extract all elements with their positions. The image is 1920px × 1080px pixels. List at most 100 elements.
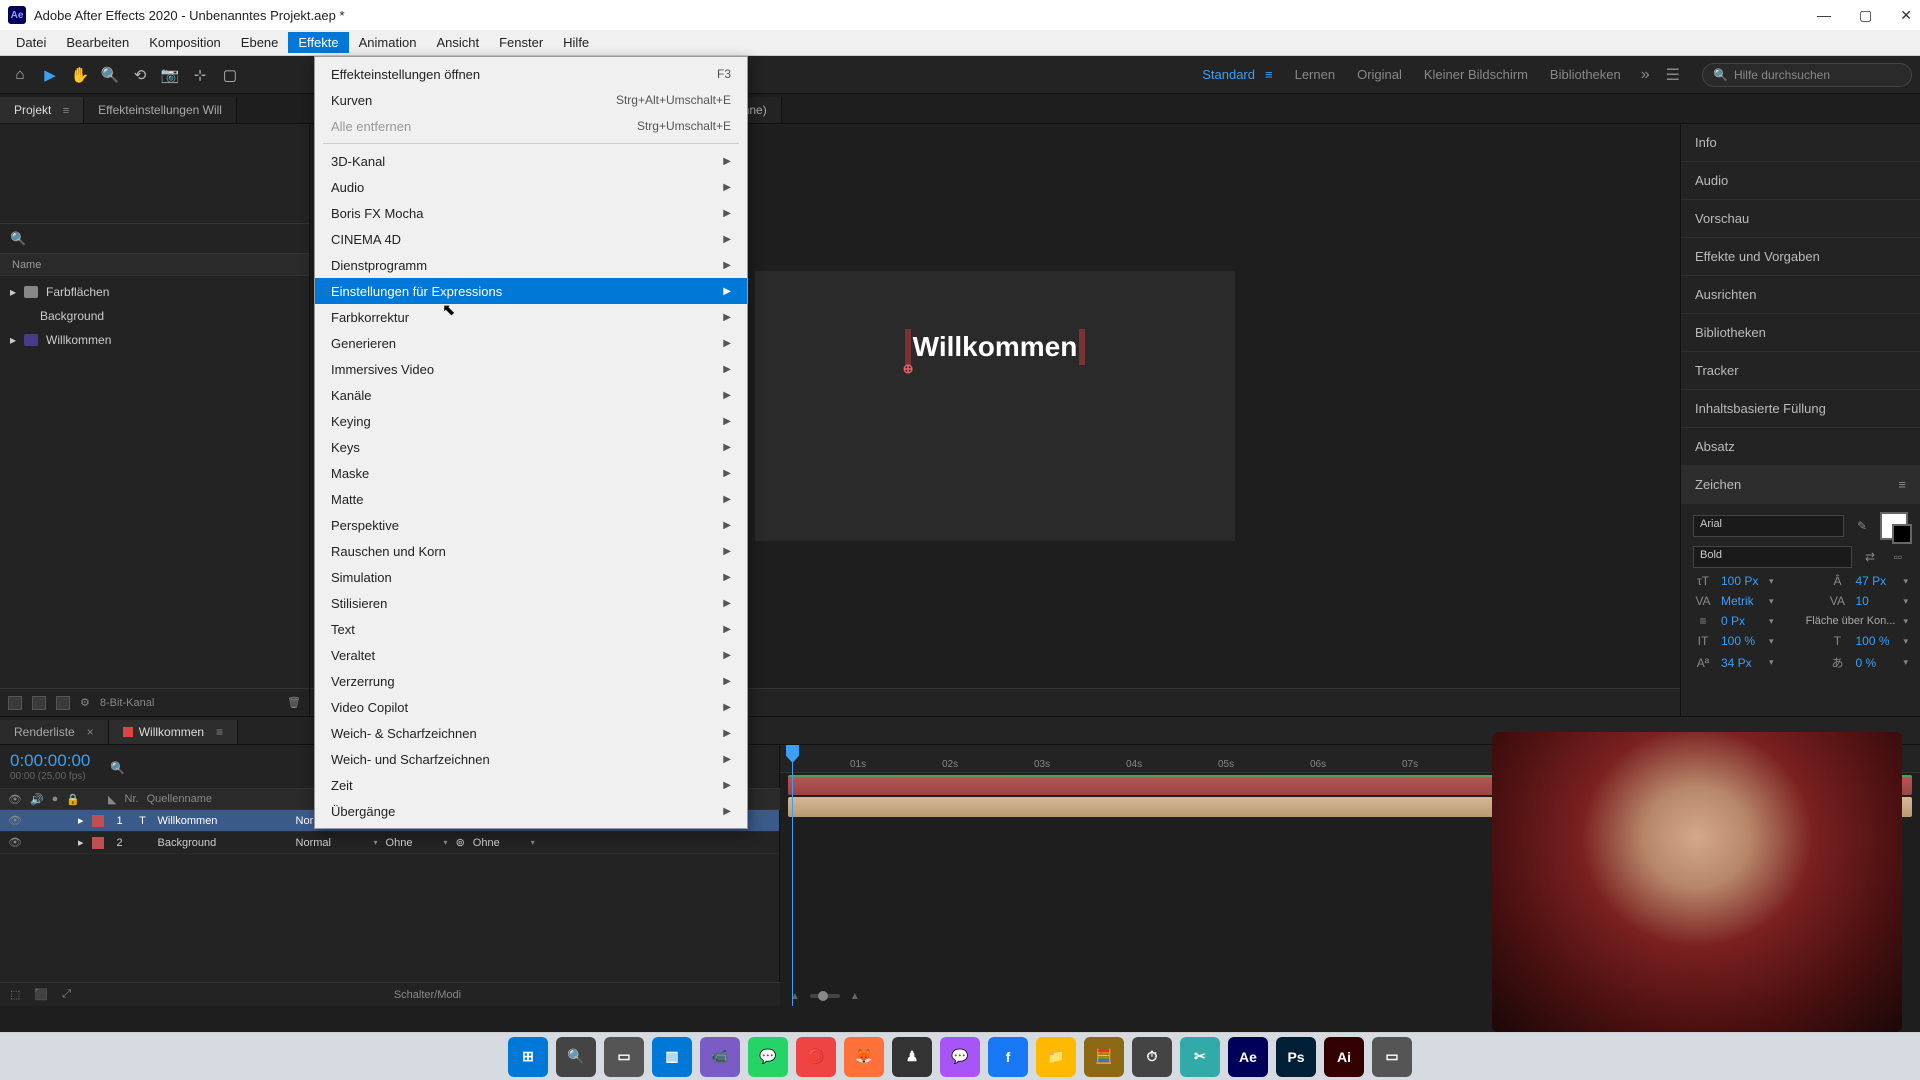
tab-projekt[interactable]: Projekt ≡ [0, 97, 84, 123]
taskbar-app-icon[interactable]: 🦊 [844, 1037, 884, 1077]
fx-category-item[interactable]: Einstellungen für Expressions▶ [315, 278, 747, 304]
visibility-toggle[interactable]: 👁 [8, 814, 22, 827]
project-item[interactable]: ▸Willkommen [0, 328, 309, 352]
taskbar-app-icon[interactable]: 📹 [700, 1037, 740, 1077]
tab-effect-controls[interactable]: Effekteinstellungen Will [84, 97, 237, 123]
taskbar-app-icon[interactable]: 📁 [1036, 1037, 1076, 1077]
timeline-tab[interactable]: Willkommen≡ [109, 720, 238, 744]
taskbar-app-icon[interactable]: ♟ [892, 1037, 932, 1077]
fx-category-item[interactable]: Veraltet▶ [315, 642, 747, 668]
taskbar-app-icon[interactable]: 🔍 [556, 1037, 596, 1077]
panel-bibliotheken[interactable]: Bibliotheken [1681, 314, 1920, 352]
menu-komposition[interactable]: Komposition [139, 32, 231, 53]
fx-menu-item[interactable]: KurvenStrg+Alt+Umschalt+E [315, 87, 747, 113]
audio-column-icon[interactable]: 🔊 [30, 793, 44, 806]
font-weight-dropdown[interactable]: Bold [1693, 546, 1852, 568]
fx-category-item[interactable]: Übergänge▶ [315, 798, 747, 824]
eye-column-icon[interactable]: 👁 [8, 793, 22, 806]
switches-modes-label[interactable]: Schalter/Modi [394, 989, 461, 1001]
taskbar-app-icon[interactable]: 🧮 [1084, 1037, 1124, 1077]
fx-category-item[interactable]: Rauschen und Korn▶ [315, 538, 747, 564]
rotate-tool-icon[interactable]: ⟲ [128, 63, 152, 87]
current-timecode[interactable]: 0:00:00:00 [10, 751, 90, 771]
project-search[interactable]: 🔍 [0, 224, 309, 254]
taskbar-app-icon[interactable]: ✂ [1180, 1037, 1220, 1077]
vscale-value[interactable]: 100 % [1721, 634, 1761, 648]
workspace-original[interactable]: Original [1357, 67, 1402, 82]
fx-category-item[interactable]: Maske▶ [315, 460, 747, 486]
fx-category-item[interactable]: 3D-Kanal▶ [315, 148, 747, 174]
menu-fenster[interactable]: Fenster [489, 32, 553, 53]
project-item[interactable]: Background [0, 304, 309, 328]
taskbar-app-icon[interactable]: f [988, 1037, 1028, 1077]
visibility-toggle[interactable]: 👁 [8, 836, 22, 849]
fx-category-item[interactable]: Keying▶ [315, 408, 747, 434]
toggle-modes-icon[interactable]: ⬛ [34, 988, 48, 1001]
interpret-footage-icon[interactable] [8, 696, 22, 710]
fx-category-item[interactable]: Simulation▶ [315, 564, 747, 590]
panel-zeichen[interactable]: Zeichen≡ [1681, 466, 1920, 504]
menu-ansicht[interactable]: Ansicht [426, 32, 489, 53]
hand-tool-icon[interactable]: ✋ [68, 63, 92, 87]
fx-category-item[interactable]: Farbkorrektur▶ [315, 304, 747, 330]
taskbar-app-icon[interactable]: ▭ [604, 1037, 644, 1077]
selection-tool-icon[interactable]: ▶ [38, 63, 62, 87]
solo-column-icon[interactable]: ● [52, 793, 59, 805]
shy-column-icon[interactable]: ◣ [108, 793, 116, 806]
toggle-switches-icon[interactable]: ⬚ [10, 988, 20, 1001]
playhead[interactable] [792, 745, 793, 1006]
fx-category-item[interactable]: Zeit▶ [315, 772, 747, 798]
fx-category-item[interactable]: Weich- und Scharfzeichnen▶ [315, 746, 747, 772]
new-comp-icon[interactable] [56, 696, 70, 710]
fx-category-item[interactable]: Kanäle▶ [315, 382, 747, 408]
project-column-header[interactable]: Name [0, 254, 309, 276]
taskbar-app-icon[interactable]: Ae [1228, 1037, 1268, 1077]
overflow-icon[interactable]: » [1641, 66, 1650, 84]
panel-ausrichten[interactable]: Ausrichten [1681, 276, 1920, 314]
fx-category-item[interactable]: Stilisieren▶ [315, 590, 747, 616]
panel-effekte-und-vorgaben[interactable]: Effekte und Vorgaben [1681, 238, 1920, 276]
menu-hilfe[interactable]: Hilfe [553, 32, 599, 53]
project-item[interactable]: ▸Farbflächen [0, 280, 309, 304]
fx-category-item[interactable]: Keys▶ [315, 434, 747, 460]
project-color-depth[interactable]: ⚙ [80, 696, 90, 709]
zoom-tool-icon[interactable]: 🔍 [98, 63, 122, 87]
font-size-value[interactable]: 100 Px [1721, 574, 1761, 588]
swap-icon[interactable]: ⇄ [1860, 550, 1880, 564]
panel-vorschau[interactable]: Vorschau [1681, 200, 1920, 238]
leading-value[interactable]: 47 Px [1855, 574, 1895, 588]
baseline-shift-value[interactable]: 34 Px [1721, 656, 1761, 670]
taskbar-app-icon[interactable]: Ai [1324, 1037, 1364, 1077]
workspace-lernen[interactable]: Lernen [1295, 67, 1335, 82]
panel-audio[interactable]: Audio [1681, 162, 1920, 200]
fill-stroke-swatch[interactable] [1880, 512, 1908, 540]
help-search-input[interactable]: 🔍 Hilfe durchsuchen [1702, 63, 1912, 87]
home-icon[interactable]: ⌂ [8, 63, 32, 87]
taskbar-app-icon[interactable]: ⏱ [1132, 1037, 1172, 1077]
lock-column-icon[interactable]: 🔒 [66, 793, 80, 806]
fx-category-item[interactable]: Matte▶ [315, 486, 747, 512]
taskbar-app-icon[interactable]: ▭ [1372, 1037, 1412, 1077]
panel-inhaltsbasierte-füllung[interactable]: Inhaltsbasierte Füllung [1681, 390, 1920, 428]
taskbar-app-icon[interactable]: 💬 [748, 1037, 788, 1077]
stroke-width-value[interactable]: 0 Px [1721, 614, 1761, 628]
maximize-button[interactable]: ▢ [1859, 7, 1872, 24]
tsume-value[interactable]: 0 % [1855, 656, 1895, 670]
canvas-text-layer[interactable]: Willkommen ⊕ [913, 331, 1078, 363]
hscale-value[interactable]: 100 % [1855, 634, 1895, 648]
taskbar-app-icon[interactable]: ⭕ [796, 1037, 836, 1077]
panel-absatz[interactable]: Absatz [1681, 428, 1920, 466]
menu-effekte[interactable]: Effekte [288, 32, 348, 53]
workspace-kleiner-bildschirm[interactable]: Kleiner Bildschirm [1424, 67, 1528, 82]
taskbar-app-icon[interactable]: Ps [1276, 1037, 1316, 1077]
fx-category-item[interactable]: Verzerrung▶ [315, 668, 747, 694]
menu-bearbeiten[interactable]: Bearbeiten [56, 32, 139, 53]
tracking-value[interactable]: 10 [1855, 594, 1895, 608]
workspace-bibliotheken[interactable]: Bibliotheken [1550, 67, 1621, 82]
timeline-tab[interactable]: Renderliste× [0, 720, 109, 744]
fx-category-item[interactable]: Audio▶ [315, 174, 747, 200]
fx-category-item[interactable]: Immersives Video▶ [315, 356, 747, 382]
panel-info[interactable]: Info [1681, 124, 1920, 162]
fx-category-item[interactable]: Video Copilot▶ [315, 694, 747, 720]
timeline-layer-row[interactable]: 👁▸2BackgroundNormal▾Ohne▾⊚Ohne▾ [0, 832, 779, 854]
